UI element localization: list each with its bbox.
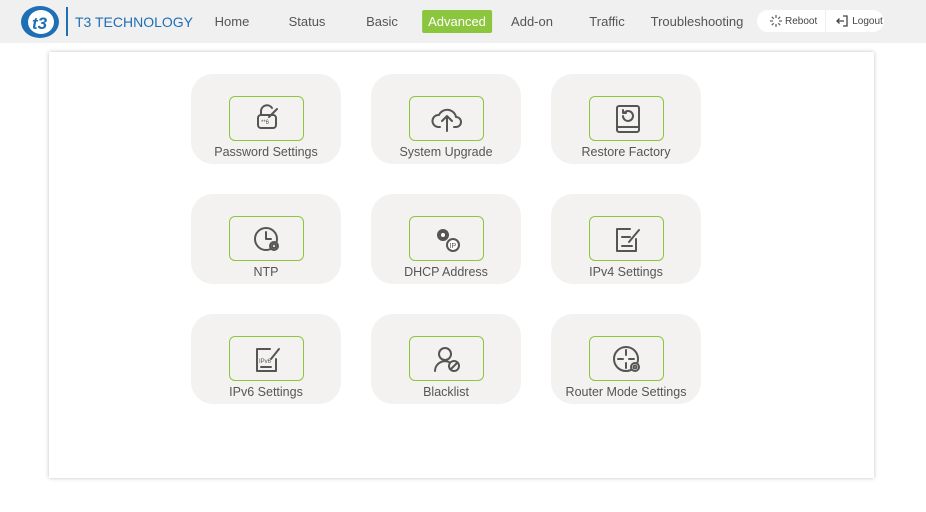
tile-router-mode-settings[interactable]: Router Mode Settings — [551, 314, 701, 404]
svg-text:IP: IP — [449, 243, 456, 250]
tile-icon-box — [229, 216, 304, 261]
tile-system-upgrade[interactable]: System Upgrade — [371, 74, 521, 164]
tile-icon-box — [409, 336, 484, 381]
reboot-icon — [770, 15, 782, 27]
tile-icon-box — [589, 336, 664, 381]
tile-icon-box: **6 — [229, 96, 304, 141]
tile-label: NTP — [253, 265, 279, 279]
tile-ipv4-settings[interactable]: IPv4 Settings — [551, 194, 701, 284]
tile-label: IPv4 Settings — [589, 265, 663, 279]
nav-add-on[interactable]: Add-on — [505, 10, 559, 33]
tile-dhcp-address[interactable]: IP DHCP Address — [371, 194, 521, 284]
t3-logo: t3 — [21, 6, 59, 38]
tile-label: DHCP Address — [404, 265, 488, 279]
reboot-label: Reboot — [785, 15, 818, 27]
tile-blacklist[interactable]: Blacklist — [371, 314, 521, 404]
gear-ip-icon: IP — [436, 228, 460, 252]
nav-status[interactable]: Status — [283, 10, 332, 33]
nav-advanced[interactable]: Advanced — [422, 10, 492, 33]
tile-icon-box: IPv6 — [229, 336, 304, 381]
tile-label: Blacklist — [423, 385, 469, 399]
edit-doc-icon — [615, 227, 640, 252]
tile-label: System Upgrade — [399, 145, 493, 159]
lock-edit-icon: **6 — [256, 103, 278, 129]
tile-label: Restore Factory — [581, 145, 671, 159]
restore-icon — [615, 104, 640, 133]
tile-label: Router Mode Settings — [565, 385, 687, 399]
nav-basic[interactable]: Basic — [360, 10, 404, 33]
reboot-button[interactable]: Reboot — [757, 10, 825, 32]
tile-icon-box — [589, 216, 664, 261]
logout-button[interactable]: Logout — [825, 10, 891, 32]
tile-label: Password Settings — [214, 145, 318, 159]
brand-name: T3 TECHNOLOGY — [75, 14, 193, 30]
tile-ipv6-settings[interactable]: IPv6 IPv6 Settings — [191, 314, 341, 404]
cloud-upload-icon — [431, 108, 462, 132]
nav-home[interactable]: Home — [209, 10, 256, 33]
svg-text:IPv6: IPv6 — [259, 359, 272, 365]
logout-label: Logout — [852, 15, 883, 27]
svg-text:t3: t3 — [32, 14, 48, 33]
clock-gear-icon — [253, 226, 279, 251]
svg-text:**6: **6 — [261, 120, 270, 126]
logo-divider — [66, 7, 68, 36]
tile-label: IPv6 Settings — [229, 385, 303, 399]
session-actions: Reboot Logout — [757, 10, 884, 32]
logout-icon — [836, 15, 848, 27]
nav-traffic[interactable]: Traffic — [583, 10, 630, 33]
tile-ntp[interactable]: NTP — [191, 194, 341, 284]
tile-password-settings[interactable]: **6 Password Settings — [191, 74, 341, 164]
tile-icon-box: IP — [409, 216, 484, 261]
top-bar: t3 T3 TECHNOLOGY Home Status Basic Advan… — [0, 0, 926, 43]
tile-icon-box — [409, 96, 484, 141]
tile-icon-box — [589, 96, 664, 141]
user-block-icon — [433, 346, 460, 372]
ipv6-doc-icon: IPv6 — [255, 347, 280, 372]
tile-restore-factory[interactable]: Restore Factory — [551, 74, 701, 164]
router-gear-icon — [612, 345, 640, 372]
nav-troubleshooting[interactable]: Troubleshooting — [645, 10, 750, 33]
